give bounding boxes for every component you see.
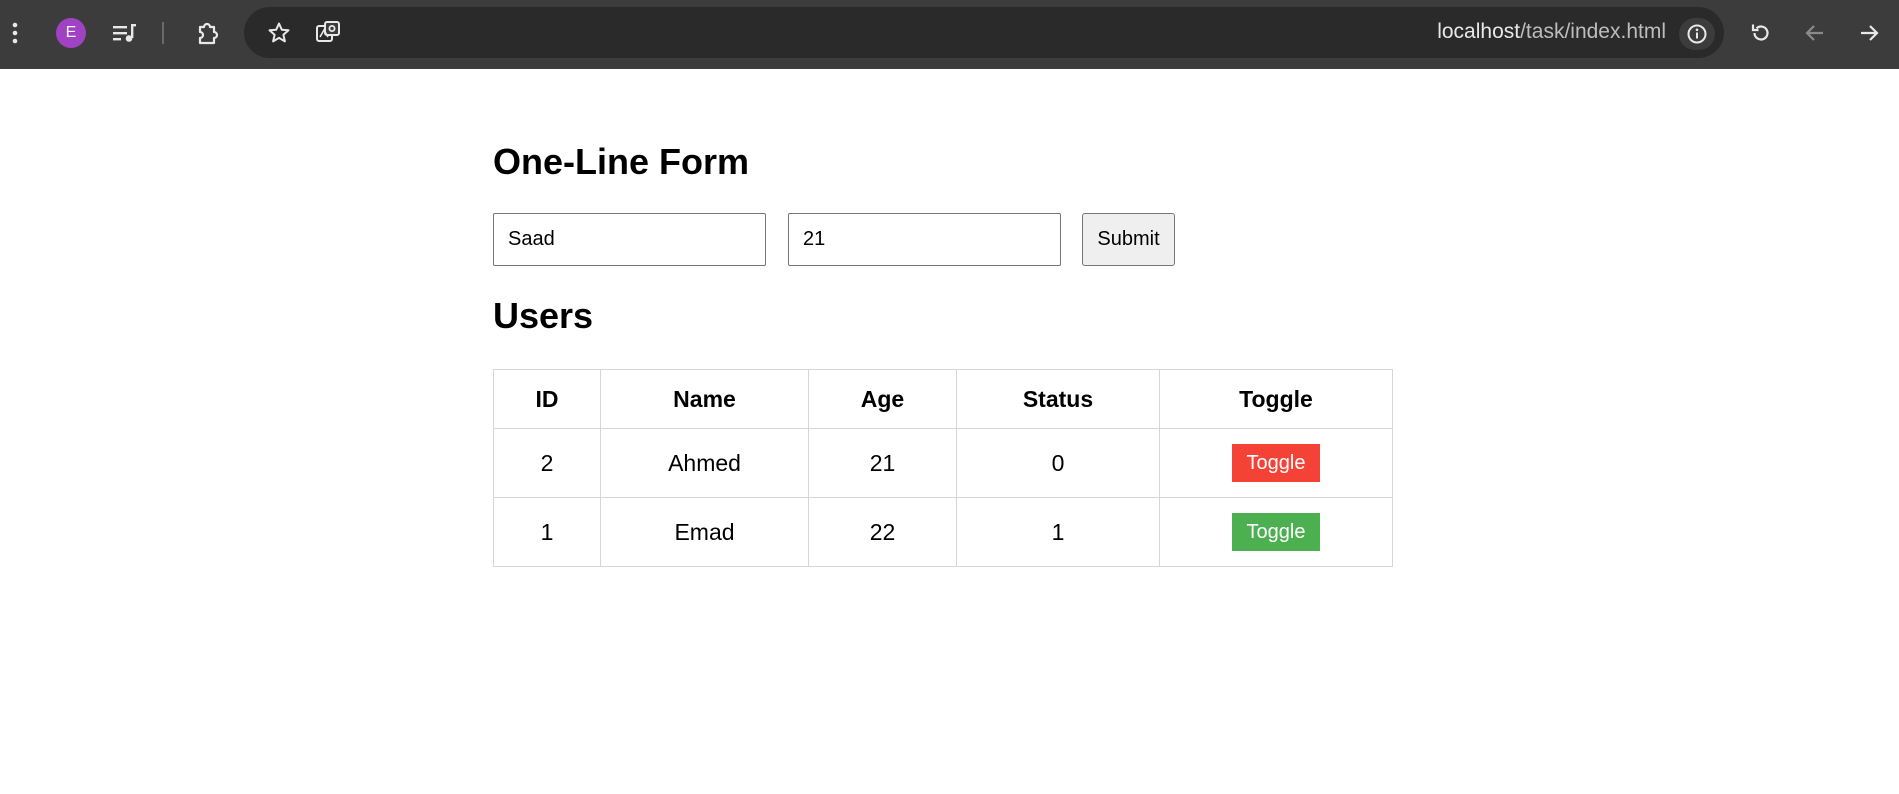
table-row: 2 Ahmed 21 0 Toggle — [493, 428, 1393, 498]
url-path: /task/index.html — [1520, 20, 1666, 43]
toolbar-divider — [162, 22, 164, 44]
cell-age: 21 — [808, 428, 957, 498]
users-title: Users — [493, 295, 594, 336]
bookmark-star-icon[interactable] — [262, 16, 296, 50]
forward-arrow-icon[interactable] — [1852, 16, 1886, 50]
one-line-form: Submit — [493, 213, 1175, 266]
column-header-toggle: Toggle — [1159, 369, 1393, 429]
translate-icon[interactable] — [311, 16, 345, 50]
toggle-button[interactable]: Toggle — [1232, 444, 1320, 482]
cell-toggle: Toggle — [1159, 428, 1393, 498]
cell-id: 2 — [493, 428, 601, 498]
cell-status: 0 — [956, 428, 1160, 498]
url-host: localhost — [1437, 20, 1521, 43]
cell-name: Ahmed — [600, 428, 809, 498]
avatar: E — [56, 18, 86, 48]
browser-toolbar: E localhost/task/index.html — [0, 0, 1899, 69]
column-header-name: Name — [600, 369, 809, 429]
cell-toggle: Toggle — [1159, 497, 1393, 567]
column-header-status: Status — [956, 369, 1160, 429]
cell-id: 1 — [493, 497, 601, 567]
cell-age: 22 — [808, 497, 957, 567]
column-header-age: Age — [808, 369, 957, 429]
cell-status: 1 — [956, 497, 1160, 567]
table-row: 1 Emad 22 1 Toggle — [493, 497, 1393, 567]
url-text[interactable]: localhost/task/index.html — [1437, 20, 1666, 44]
cell-name: Emad — [600, 497, 809, 567]
more-menu-icon[interactable] — [0, 16, 30, 50]
form-title: One-Line Form — [493, 141, 750, 182]
site-info-icon[interactable] — [1679, 18, 1715, 50]
toggle-button[interactable]: Toggle — [1232, 513, 1320, 551]
users-table: ID Name Age Status Toggle 2 Ahmed 21 0 T… — [493, 369, 1393, 567]
age-input[interactable] — [788, 213, 1061, 266]
table-header-row: ID Name Age Status Toggle — [493, 369, 1393, 429]
profile-button[interactable]: E — [54, 16, 88, 50]
reload-icon[interactable] — [1744, 16, 1778, 50]
back-arrow-icon[interactable] — [1798, 16, 1832, 50]
extensions-icon[interactable] — [190, 16, 224, 50]
media-queue-icon[interactable] — [107, 16, 141, 50]
name-input[interactable] — [493, 213, 766, 266]
column-header-id: ID — [493, 369, 601, 429]
submit-button[interactable]: Submit — [1082, 213, 1175, 266]
